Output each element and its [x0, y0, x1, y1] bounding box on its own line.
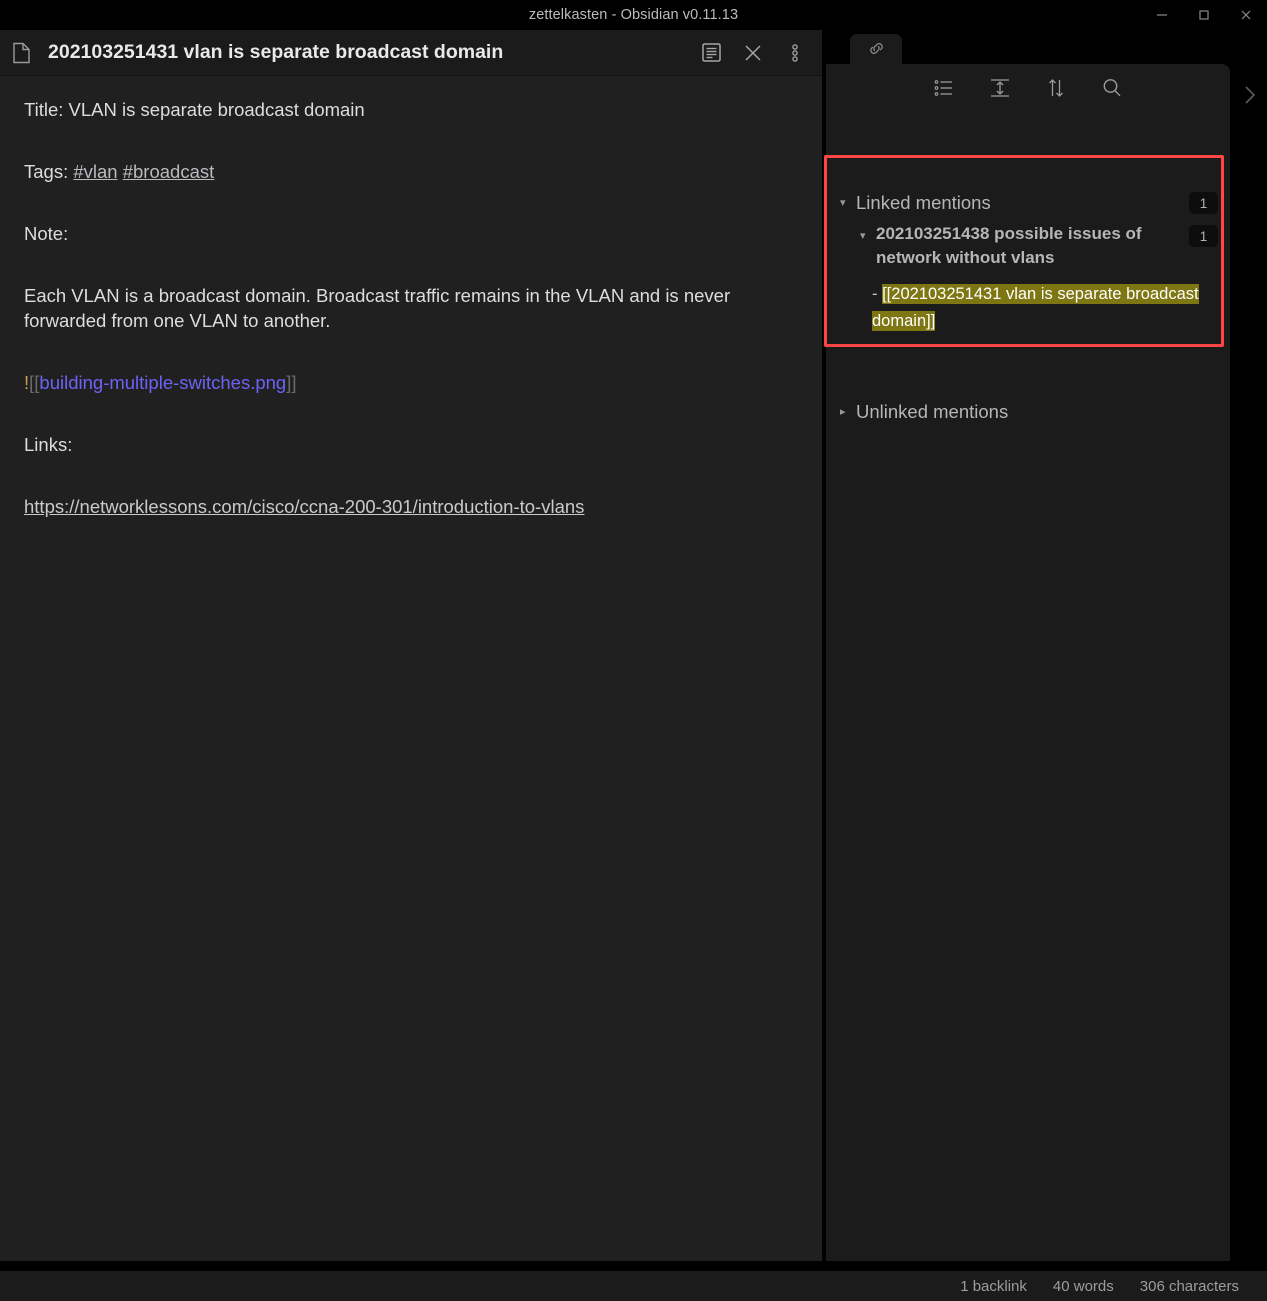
reading-view-icon[interactable]	[698, 40, 724, 66]
embed-close-bracket: ]]	[286, 371, 297, 393]
unlinked-mentions-label: Unlinked mentions	[856, 401, 1009, 422]
backlink-context-row[interactable]: - [[202103251431 vlan is separate broadc…	[826, 272, 1230, 335]
window-titlebar: zettelkasten - Obsidian v0.11.13	[0, 0, 1267, 30]
view-header: 202103251431 vlan is separate broadcast …	[0, 30, 822, 76]
line-url: https://networklessons.com/cisco/ccna-20…	[24, 495, 798, 520]
unlinked-mentions-section: ▸ Unlinked mentions	[826, 397, 1230, 427]
backlink-file-title[interactable]: 202103251438 possible issues of network …	[876, 222, 1189, 270]
close-button[interactable]	[1225, 0, 1267, 30]
linked-mentions-label: Linked mentions	[856, 192, 991, 213]
document-icon	[8, 40, 34, 66]
status-words: 40 words	[1052, 1277, 1114, 1295]
embed-link[interactable]: building-multiple-switches.png	[39, 372, 286, 393]
line-embed: ![[building-multiple-switches.png]]	[24, 371, 798, 396]
chevron-right-icon[interactable]: ▸	[840, 398, 856, 426]
line-note-label: Note:	[24, 222, 69, 244]
window-title: zettelkasten - Obsidian v0.11.13	[528, 7, 739, 23]
window-controls	[1141, 0, 1267, 30]
backlink-file-count: 1	[1189, 225, 1218, 247]
status-backlinks: 1 backlink	[960, 1277, 1027, 1295]
tab-backlinks[interactable]	[850, 34, 902, 68]
embed-open-bracket: [[	[29, 371, 40, 393]
editor-content[interactable]: Title: VLAN is separate broadcast domain…	[0, 76, 822, 520]
collapse-results-icon[interactable]	[929, 73, 959, 103]
maximize-button[interactable]	[1183, 0, 1225, 30]
external-url-link[interactable]: https://networklessons.com/cisco/ccna-20…	[24, 496, 584, 517]
show-more-context-icon[interactable]	[985, 73, 1015, 103]
chevron-down-icon[interactable]: ▾	[860, 222, 876, 250]
statusbar: 1 backlink 40 words 306 characters	[826, 1271, 1267, 1301]
right-sidebar: ▾ Linked mentions 1 ▾ 202103251438 possi…	[824, 30, 1230, 1261]
line-tags: Tags: #vlan #broadcast	[24, 160, 798, 185]
tags-label: Tags:	[24, 160, 74, 182]
chevron-down-icon[interactable]: ▾	[840, 189, 856, 217]
linked-mentions-header[interactable]: ▾ Linked mentions 1	[826, 188, 1230, 218]
linked-mentions-section: ▾ Linked mentions 1 ▾ 202103251438 possi…	[826, 188, 1230, 335]
page-title: 202103251431 vlan is separate broadcast …	[48, 41, 504, 63]
backlinks-panel: ▾ Linked mentions 1 ▾ 202103251438 possi…	[824, 64, 1230, 1261]
close-icon[interactable]	[740, 40, 766, 66]
sidebar-tab-strip	[826, 30, 1230, 68]
line-note-body: Each VLAN is a broadcast domain. Broadca…	[24, 284, 731, 331]
link-icon	[867, 39, 886, 63]
change-sort-order-icon[interactable]	[1041, 73, 1071, 103]
minimize-button[interactable]	[1141, 0, 1183, 30]
more-options-icon[interactable]	[782, 40, 808, 66]
list-dash: -	[872, 284, 878, 303]
chevron-right-icon[interactable]	[1238, 78, 1262, 112]
editor-pane: 202103251431 vlan is separate broadcast …	[0, 30, 822, 1261]
status-characters: 306 characters	[1139, 1277, 1239, 1295]
statusbar-left-filler	[0, 1271, 826, 1301]
backlink-file-row[interactable]: ▾ 202103251438 possible issues of networ…	[826, 218, 1230, 272]
backlink-match-highlight: [[202103251431 vlan is separate broadcas…	[872, 283, 1199, 331]
search-icon[interactable]	[1097, 73, 1127, 103]
unlinked-mentions-header[interactable]: ▸ Unlinked mentions	[826, 397, 1230, 427]
panel-toolbar	[826, 64, 1230, 112]
tag-vlan[interactable]: #vlan	[73, 161, 117, 182]
line-links-label: Links:	[24, 433, 73, 455]
line-title: Title: VLAN is separate broadcast domain	[24, 99, 365, 120]
view-header-actions	[698, 40, 808, 66]
tag-broadcast[interactable]: #broadcast	[123, 161, 215, 182]
linked-mentions-count: 1	[1189, 192, 1218, 214]
